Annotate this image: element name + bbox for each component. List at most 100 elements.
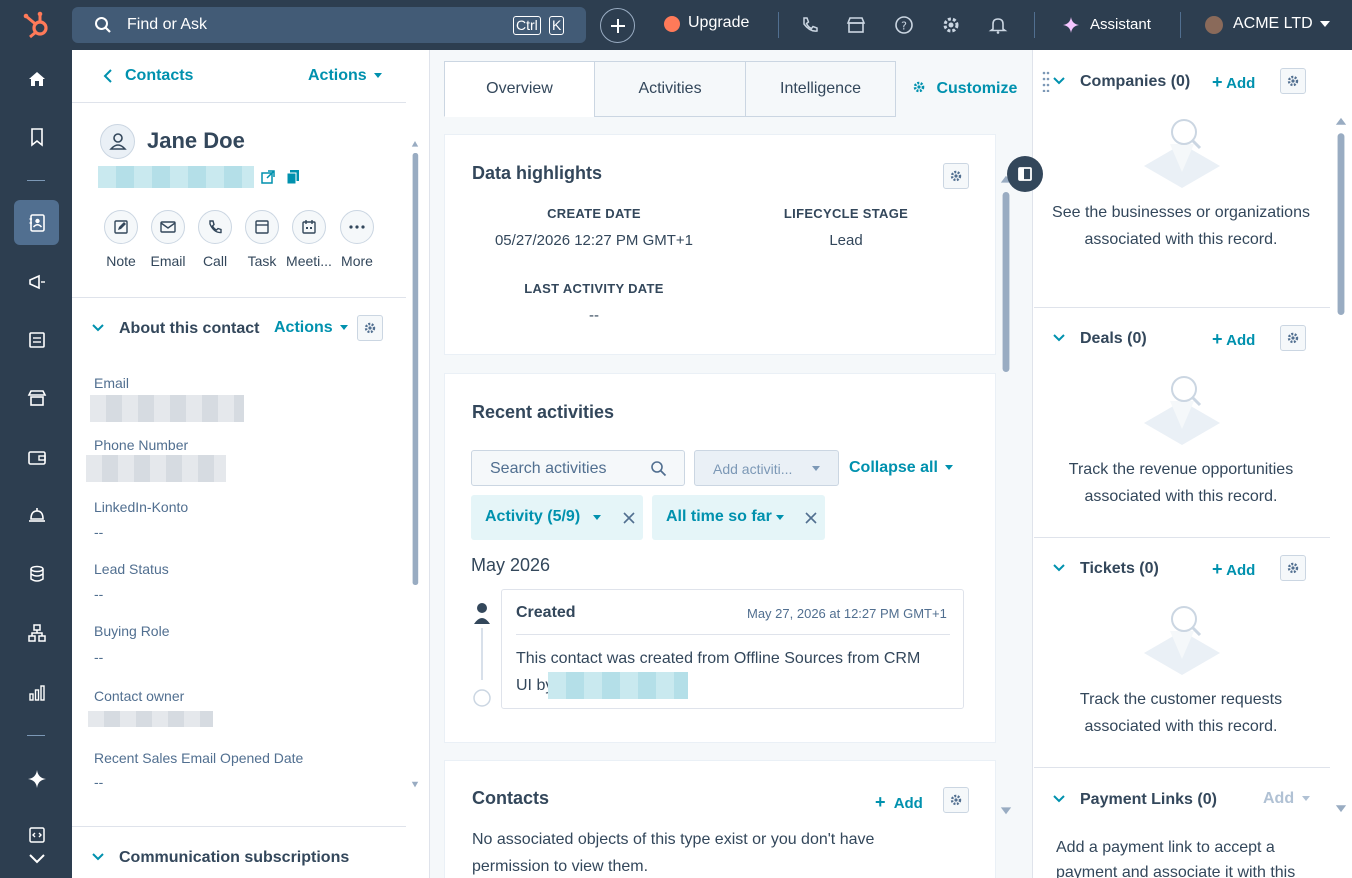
deals-settings-button[interactable] xyxy=(1280,325,1306,351)
close-icon[interactable] xyxy=(805,512,817,524)
quick-action-label: More xyxy=(341,253,373,269)
workflow-icon xyxy=(27,623,46,642)
deals-empty-text: Track the revenue opportunities associat… xyxy=(1068,461,1294,505)
nav-payments[interactable] xyxy=(14,434,59,479)
nav-reporting[interactable] xyxy=(14,670,59,715)
add-payment-link-dropdown[interactable]: Add xyxy=(1263,790,1310,808)
tab-activities[interactable]: Activities xyxy=(594,61,746,117)
tab-overview[interactable]: Overview xyxy=(444,61,595,117)
prop-value-lead-status[interactable]: -- xyxy=(94,586,103,602)
quick-action-note[interactable]: Note xyxy=(97,210,145,269)
global-search[interactable]: Find or Ask Ctrl K xyxy=(72,7,586,43)
communication-section-title[interactable]: Communication subscriptions xyxy=(119,849,349,867)
quick-action-call[interactable]: Call xyxy=(191,210,239,269)
gear-icon xyxy=(1287,75,1299,87)
copy-icon[interactable] xyxy=(286,169,300,185)
more-dots-icon xyxy=(349,225,365,229)
deals-section-title[interactable]: Deals (0) xyxy=(1080,330,1147,348)
add-activity-dropdown[interactable]: Add activiti... xyxy=(694,450,839,486)
last-activity-value: -- xyxy=(589,307,599,324)
quick-action-meeting[interactable]: Meeti... xyxy=(285,210,333,269)
external-link-icon[interactable] xyxy=(261,170,275,184)
quick-action-label: Task xyxy=(247,253,277,269)
middle-scrollbar[interactable] xyxy=(1000,120,1012,870)
tickets-section-title[interactable]: Tickets (0) xyxy=(1080,560,1159,578)
activity-filter-chip[interactable]: Activity (5/9) xyxy=(471,495,643,540)
actions-label: Actions xyxy=(274,319,333,336)
drag-handle-icon[interactable] xyxy=(1042,70,1050,92)
tickets-settings-button[interactable] xyxy=(1280,555,1306,581)
quick-action-task[interactable]: Task xyxy=(238,210,286,269)
contact-avatar[interactable] xyxy=(100,124,135,159)
nav-crm[interactable] xyxy=(14,200,59,245)
chevron-down-icon[interactable] xyxy=(1053,793,1065,805)
nav-automation[interactable] xyxy=(14,610,59,655)
prop-value-recent-email[interactable]: -- xyxy=(94,774,103,790)
caret-down-icon xyxy=(593,515,601,520)
timeline-rail xyxy=(473,603,491,707)
about-actions-dropdown[interactable]: Actions xyxy=(274,319,349,337)
add-company-button[interactable]: + Add xyxy=(1212,72,1255,93)
hubspot-logo-icon[interactable] xyxy=(22,10,52,40)
marketplace-icon[interactable] xyxy=(846,15,866,35)
create-button[interactable] xyxy=(600,8,635,43)
close-icon[interactable] xyxy=(623,512,635,524)
customize-button[interactable]: Customize xyxy=(912,80,1017,98)
add-contact-button[interactable]: + Add xyxy=(875,792,923,813)
add-label: Add xyxy=(893,795,923,812)
chevron-down-icon[interactable] xyxy=(1053,75,1065,87)
gear-icon xyxy=(913,81,925,93)
companies-section-title[interactable]: Companies (0) xyxy=(1080,73,1190,91)
caret-down-icon xyxy=(340,324,349,330)
notifications-bell-icon[interactable] xyxy=(988,15,1008,35)
add-deal-button[interactable]: + Add xyxy=(1212,329,1255,350)
nav-marketing[interactable] xyxy=(14,259,59,304)
nav-service[interactable] xyxy=(14,492,59,537)
time-filter-chip[interactable]: All time so far xyxy=(652,495,825,540)
settings-gear-icon[interactable] xyxy=(941,15,961,35)
nav-bookmarks[interactable] xyxy=(14,114,59,159)
quick-action-email[interactable]: Email xyxy=(144,210,192,269)
wallet-icon xyxy=(27,450,46,465)
prop-value-buying-role[interactable]: -- xyxy=(94,649,103,665)
quick-action-more[interactable]: More xyxy=(333,210,381,269)
pencil-note-icon xyxy=(114,220,128,234)
help-icon[interactable]: ? xyxy=(894,15,914,35)
data-highlights-title: Data highlights xyxy=(472,163,602,183)
plus-icon: + xyxy=(1212,559,1223,579)
companies-settings-button[interactable] xyxy=(1280,68,1306,94)
right-panel-scrollbar[interactable] xyxy=(1335,56,1347,874)
highlights-settings-button[interactable] xyxy=(943,163,969,189)
chevron-down-icon[interactable] xyxy=(92,851,104,863)
chevron-down-icon[interactable] xyxy=(92,322,104,334)
about-section-title[interactable]: About this contact xyxy=(119,320,259,338)
phone-icon[interactable] xyxy=(800,15,820,35)
contact-actions-dropdown[interactable]: Actions xyxy=(308,67,383,85)
contact-name[interactable]: Jane Doe xyxy=(147,128,245,154)
search-activities-input[interactable]: Search activities xyxy=(471,450,685,486)
nav-ai[interactable] xyxy=(14,756,59,801)
redacted-email-value[interactable] xyxy=(90,395,244,422)
divider xyxy=(778,12,779,38)
add-ticket-button[interactable]: + Add xyxy=(1212,559,1255,580)
collapse-sidebar-button[interactable] xyxy=(1007,156,1043,192)
redacted-phone-value[interactable] xyxy=(86,455,226,482)
nav-home[interactable] xyxy=(14,56,59,101)
chevron-down-icon[interactable] xyxy=(1053,332,1065,344)
contacts-empty-text-1: No associated objects of this type exist… xyxy=(472,831,875,848)
redacted-owner-value[interactable] xyxy=(88,711,213,727)
tab-intelligence[interactable]: Intelligence xyxy=(745,61,896,117)
contacts-settings-button[interactable] xyxy=(943,787,969,813)
collapse-all-button[interactable]: Collapse all xyxy=(849,459,954,477)
nav-content[interactable] xyxy=(14,317,59,362)
nav-data[interactable] xyxy=(14,551,59,596)
nav-commerce[interactable] xyxy=(14,375,59,420)
contacts-icon xyxy=(29,213,45,232)
prop-value-linkedin[interactable]: -- xyxy=(94,524,103,540)
payment-links-section-title[interactable]: Payment Links (0) xyxy=(1080,791,1217,809)
left-panel-scrollbar[interactable] xyxy=(411,55,419,875)
chevron-down-icon[interactable] xyxy=(1053,562,1065,574)
about-settings-button[interactable] xyxy=(357,315,383,341)
nav-expand[interactable] xyxy=(14,840,59,878)
calendar-icon xyxy=(302,220,316,234)
